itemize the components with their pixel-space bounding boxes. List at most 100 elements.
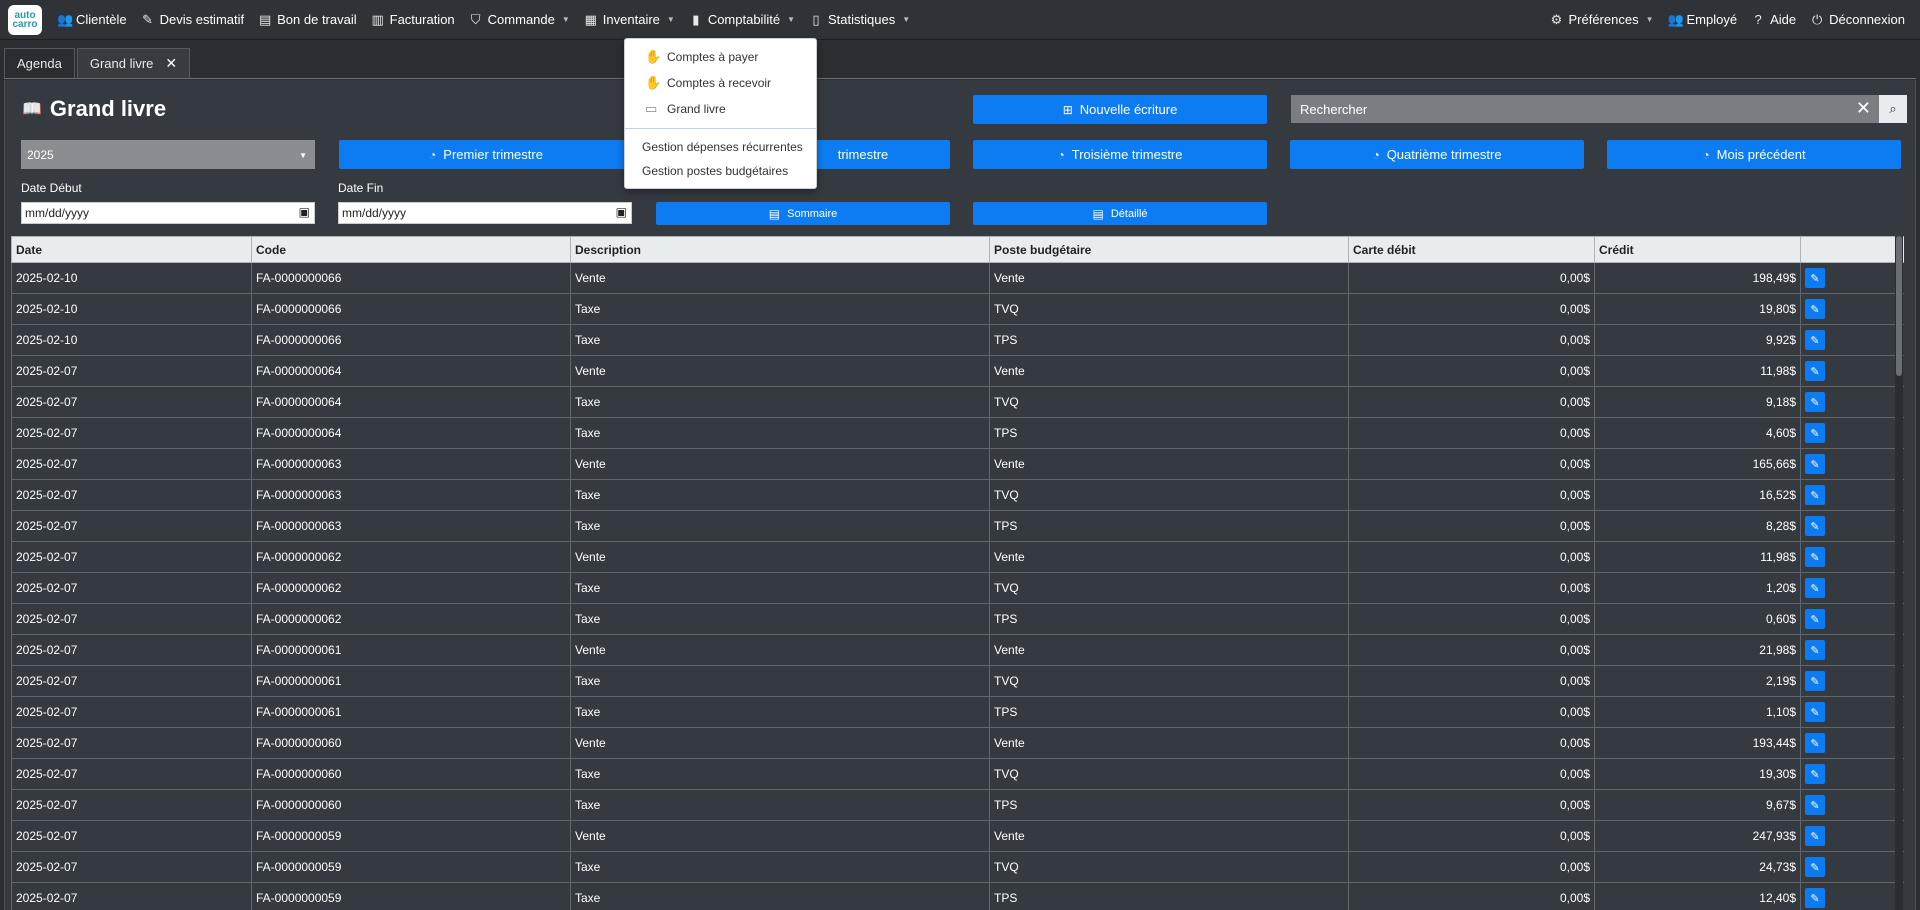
third-quarter-button[interactable]: ◔ Troisième trimestre xyxy=(973,140,1267,169)
new-entry-button[interactable]: ⊞ Nouvelle écriture xyxy=(973,95,1267,124)
table-row[interactable]: 2025-02-07 FA-0000000059 Taxe TPS 0,00$ 12,40… xyxy=(11,882,1904,910)
table-row[interactable]: 2025-02-10 FA-0000000066 Vente Vente 0,00$ 19… xyxy=(11,262,1904,294)
tab-grand-livre[interactable]: Grand livre ✕ xyxy=(76,48,191,78)
search-input[interactable]: Rechercher ✕ xyxy=(1291,95,1879,123)
column-header-description[interactable]: Description xyxy=(570,236,990,263)
edit-entry-button[interactable]: ✎ xyxy=(1805,392,1825,412)
search-button[interactable]: ⌕ xyxy=(1879,95,1907,123)
edit-entry-button[interactable]: ✎ xyxy=(1805,609,1825,629)
calendar-icon[interactable]: ▣ xyxy=(616,205,627,219)
edit-entry-button[interactable]: ✎ xyxy=(1805,547,1825,567)
table-row[interactable]: 2025-02-10 FA-0000000066 Taxe TVQ 0,00$ 19,80… xyxy=(11,293,1904,325)
table-row[interactable]: 2025-02-07 FA-0000000061 Taxe TPS 0,00$ 1,10$… xyxy=(11,696,1904,728)
search-icon: ⌕ xyxy=(1889,101,1897,116)
nav-statistiques[interactable]: ▯ Statistiques ▼ xyxy=(802,0,917,40)
nav-comptabilite[interactable]: ▮ Comptabilité ▼ xyxy=(682,0,802,40)
edit-entry-button[interactable]: ✎ xyxy=(1805,857,1825,877)
edit-icon: ✎ xyxy=(1810,892,1820,905)
table-row[interactable]: 2025-02-07 FA-0000000061 Taxe TVQ 0,00$ 2,19$… xyxy=(11,665,1904,697)
nav-clientele[interactable]: 👥 Clientèle xyxy=(50,0,134,40)
table-row[interactable]: 2025-02-07 FA-0000000064 Vente Vente 0,00$ 11… xyxy=(11,355,1904,387)
nav-deconnexion[interactable]: ⏻ Déconnexion xyxy=(1803,0,1912,40)
scrollbar-thumb[interactable] xyxy=(1896,236,1902,376)
calendar-icon[interactable]: ▣ xyxy=(299,205,310,219)
fourth-quarter-button[interactable]: ◔ Quatrième trimestre xyxy=(1290,140,1584,169)
cell-code: FA-0000000062 xyxy=(251,603,571,635)
table-row[interactable]: 2025-02-07 FA-0000000060 Taxe TVQ 0,00$ 19,30… xyxy=(11,758,1904,790)
table-row[interactable]: 2025-02-07 FA-0000000060 Vente Vente 0,00$ 19… xyxy=(11,727,1904,759)
nav-preferences[interactable]: ⚙ Préférences ▼ xyxy=(1542,0,1660,40)
table-row[interactable]: 2025-02-07 FA-0000000062 Taxe TVQ 0,00$ 1,20$… xyxy=(11,572,1904,604)
edit-entry-button[interactable]: ✎ xyxy=(1805,733,1825,753)
menu-item-grand-livre[interactable]: ▭ Grand livre xyxy=(645,101,726,117)
edit-entry-button[interactable]: ✎ xyxy=(1805,299,1825,319)
first-quarter-button[interactable]: ◔ Premier trimestre xyxy=(339,140,633,169)
edit-entry-button[interactable]: ✎ xyxy=(1805,640,1825,660)
menu-item-gestion-postes-budgetaires[interactable]: Gestion postes budgétaires xyxy=(642,164,788,178)
menu-item-gestion-depenses-recurrentes[interactable]: Gestion dépenses récurrentes xyxy=(642,140,803,154)
detailed-button[interactable]: ▤ Détaillé xyxy=(973,202,1267,225)
year-select[interactable]: 2025 ▼ xyxy=(21,140,315,169)
edit-entry-button[interactable]: ✎ xyxy=(1805,268,1825,288)
edit-entry-button[interactable]: ✎ xyxy=(1805,826,1825,846)
edit-entry-button[interactable]: ✎ xyxy=(1805,795,1825,815)
cell-credit: 0,60$ xyxy=(1594,603,1801,635)
cell-actions: ✎ xyxy=(1800,572,1904,604)
table-row[interactable]: 2025-02-07 FA-0000000062 Taxe TPS 0,00$ 0,60$… xyxy=(11,603,1904,635)
edit-entry-button[interactable]: ✎ xyxy=(1805,516,1825,536)
edit-entry-button[interactable]: ✎ xyxy=(1805,423,1825,443)
book-icon: ▭ xyxy=(645,101,658,116)
cell-credit: 1,20$ xyxy=(1594,572,1801,604)
date-end-input[interactable]: mm/dd/yyyy ▣ xyxy=(338,202,632,224)
table-row[interactable]: 2025-02-07 FA-0000000062 Vente Vente 0,00$ 11… xyxy=(11,541,1904,573)
edit-entry-button[interactable]: ✎ xyxy=(1805,578,1825,598)
edit-entry-button[interactable]: ✎ xyxy=(1805,702,1825,722)
autocarro-logo[interactable]: auto carro xyxy=(8,4,42,35)
nav-employe[interactable]: 👥 Employé xyxy=(1661,0,1745,40)
edit-icon: ✎ xyxy=(1810,582,1820,595)
edit-entry-button[interactable]: ✎ xyxy=(1805,454,1825,474)
tab-agenda[interactable]: Agenda xyxy=(4,48,75,78)
table-row[interactable]: 2025-02-07 FA-0000000060 Taxe TPS 0,00$ 9,67$… xyxy=(11,789,1904,821)
cell-code: FA-0000000066 xyxy=(251,293,571,325)
table-row[interactable]: 2025-02-07 FA-0000000063 Taxe TVQ 0,00$ 16,52… xyxy=(11,479,1904,511)
table-row[interactable]: 2025-02-07 FA-0000000059 Vente Vente 0,00$ 24… xyxy=(11,820,1904,852)
nav-devis-estimatif[interactable]: ✎ Devis estimatif xyxy=(134,0,252,40)
close-icon[interactable]: ✕ xyxy=(165,55,177,72)
ledger-table-body: 2025-02-10 FA-0000000066 Vente Vente 0,00$ 19… xyxy=(11,262,1904,910)
table-row[interactable]: 2025-02-10 FA-0000000066 Taxe TPS 0,00$ 9,92$… xyxy=(11,324,1904,356)
table-row[interactable]: 2025-02-07 FA-0000000063 Taxe TPS 0,00$ 8,28$… xyxy=(11,510,1904,542)
column-header-code[interactable]: Code xyxy=(251,236,571,263)
cell-actions: ✎ xyxy=(1800,696,1904,728)
nav-commande[interactable]: ⛉ Commande ▼ xyxy=(462,0,577,40)
nav-facturation[interactable]: ▥ Facturation xyxy=(364,0,462,40)
nav-inventaire[interactable]: ▦ Inventaire ▼ xyxy=(577,0,682,40)
column-header-budget-post[interactable]: Poste budgétaire xyxy=(989,236,1349,263)
table-row[interactable]: 2025-02-07 FA-0000000059 Taxe TVQ 0,00$ 24,73… xyxy=(11,851,1904,883)
summary-button[interactable]: ▤ Sommaire xyxy=(656,202,950,225)
edit-entry-button[interactable]: ✎ xyxy=(1805,361,1825,381)
nav-bon-de-travail[interactable]: ▤ Bon de travail xyxy=(251,0,364,40)
table-row[interactable]: 2025-02-07 FA-0000000061 Vente Vente 0,00$ 21… xyxy=(11,634,1904,666)
edit-entry-button[interactable]: ✎ xyxy=(1805,485,1825,505)
edit-entry-button[interactable]: ✎ xyxy=(1805,888,1825,908)
cell-code: FA-0000000064 xyxy=(251,386,571,418)
column-header-debit[interactable]: Carte débit xyxy=(1348,236,1595,263)
edit-entry-button[interactable]: ✎ xyxy=(1805,764,1825,784)
date-start-input[interactable]: mm/dd/yyyy ▣ xyxy=(21,202,315,224)
menu-item-comptes-a-payer[interactable]: ✋ Comptes à payer xyxy=(645,49,758,65)
previous-month-button[interactable]: ◔ Mois précédent xyxy=(1607,140,1901,169)
column-header-credit[interactable]: Crédit xyxy=(1594,236,1801,263)
clear-search-icon[interactable]: ✕ xyxy=(1856,98,1871,119)
edit-entry-button[interactable]: ✎ xyxy=(1805,671,1825,691)
cell-budget-post: Vente xyxy=(989,820,1349,852)
edit-entry-button[interactable]: ✎ xyxy=(1805,330,1825,350)
table-row[interactable]: 2025-02-07 FA-0000000063 Vente Vente 0,00$ 16… xyxy=(11,448,1904,480)
table-row[interactable]: 2025-02-07 FA-0000000064 Taxe TVQ 0,00$ 9,18$… xyxy=(11,386,1904,418)
nav-aide[interactable]: ? Aide xyxy=(1744,0,1803,40)
table-row[interactable]: 2025-02-07 FA-0000000064 Taxe TPS 0,00$ 4,60$… xyxy=(11,417,1904,449)
menu-item-comptes-a-recevoir[interactable]: ✋ Comptes à recevoir xyxy=(645,75,771,91)
cell-date: 2025-02-07 xyxy=(11,448,252,480)
table-scrollbar[interactable] xyxy=(1895,236,1903,910)
column-header-date[interactable]: Date xyxy=(11,236,252,263)
